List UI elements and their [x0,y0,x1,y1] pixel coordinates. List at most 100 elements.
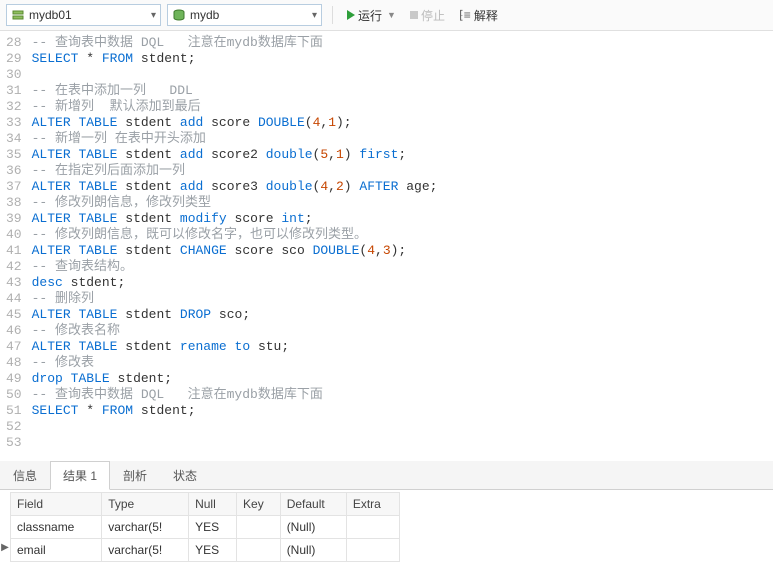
cell-type[interactable]: varchar(5! [102,539,189,562]
tab-result-1[interactable]: 结果 1 [50,461,110,490]
code-line[interactable]: ALTER TABLE stdent add score DOUBLE(4,1)… [32,115,438,131]
code-line[interactable]: -- 删除列 [32,291,438,307]
code-line[interactable]: SELECT * FROM stdent; [32,403,438,419]
explain-icon: ⁅≡ [459,8,471,23]
code-line[interactable]: -- 查询表中数据 DQL 注意在mydb数据库下面 [32,35,438,51]
play-icon [347,10,355,20]
cell-type[interactable]: varchar(5! [102,516,189,539]
separator [332,6,333,24]
explain-label: 解释 [474,7,498,24]
column-header-type[interactable]: Type [102,493,189,516]
code-line[interactable]: -- 在表中添加一列 DDL [32,83,438,99]
tab-status[interactable]: 状态 [160,461,210,489]
line-number: 41 [6,243,22,259]
explain-button[interactable]: ⁅≡ 解释 [455,4,502,26]
code-line[interactable]: -- 新增一列 在表中开头添加 [32,131,438,147]
column-header-null[interactable]: Null [189,493,237,516]
chevron-down-icon: ▼ [387,10,396,20]
line-number: 40 [6,227,22,243]
chevron-down-icon: ▾ [312,10,317,21]
code-line[interactable]: -- 修改表名称 [32,323,438,339]
row-marker [0,513,10,536]
code-line[interactable]: -- 修改表 [32,355,438,371]
cell-extra[interactable] [346,539,399,562]
code-line[interactable]: -- 在指定列后面添加一列 [32,163,438,179]
server-label: mydb01 [25,8,151,22]
line-number: 50 [6,387,22,403]
line-number: 30 [6,67,22,83]
code-line[interactable]: ALTER TABLE stdent modify score int; [32,211,438,227]
code-line[interactable]: -- 修改列朗信息，既可以修改名字，也可以修改列类型。 [32,227,438,243]
stop-icon [410,11,418,19]
line-number: 35 [6,147,22,163]
code-line[interactable]: -- 新增列 默认添加到最后 [32,99,438,115]
code-line[interactable]: ALTER TABLE stdent add score2 double(5,1… [32,147,438,163]
code-line[interactable]: desc stdent; [32,275,438,291]
column-header-extra[interactable]: Extra [346,493,399,516]
tab-info[interactable]: 信息 [0,461,50,489]
column-header-default[interactable]: Default [280,493,346,516]
line-number: 38 [6,195,22,211]
code-line[interactable]: drop TABLE stdent; [32,371,438,387]
line-number: 53 [6,435,22,451]
sql-editor[interactable]: 2829303132333435363738394041424344454647… [0,31,773,461]
cell-null[interactable]: YES [189,516,237,539]
line-number: 44 [6,291,22,307]
result-grid[interactable]: FieldTypeNullKeyDefaultExtraclassnamevar… [10,492,400,562]
cell-default[interactable]: (Null) [280,539,346,562]
cell-default[interactable]: (Null) [280,516,346,539]
line-number: 32 [6,99,22,115]
code-line[interactable] [32,435,438,451]
line-number: 33 [6,115,22,131]
code-area[interactable]: -- 查询表中数据 DQL 注意在mydb数据库下面SELECT * FROM … [32,35,438,451]
code-line[interactable] [32,419,438,435]
line-number: 51 [6,403,22,419]
table-row[interactable]: emailvarchar(5!YES (Null) [11,539,400,562]
line-number: 31 [6,83,22,99]
line-number: 42 [6,259,22,275]
cell-null[interactable]: YES [189,539,237,562]
run-label: 运行 [358,7,382,24]
code-line[interactable]: ALTER TABLE stdent CHANGE score sco DOUB… [32,243,438,259]
cell-field[interactable]: classname [11,516,102,539]
line-number: 28 [6,35,22,51]
row-marker: ▶ [0,536,10,559]
line-number: 43 [6,275,22,291]
line-number: 39 [6,211,22,227]
code-line[interactable]: -- 查询表结构。 [32,259,438,275]
line-number: 48 [6,355,22,371]
code-line[interactable]: -- 查询表中数据 DQL 注意在mydb数据库下面 [32,387,438,403]
stop-label: 停止 [421,7,445,24]
code-line[interactable]: ALTER TABLE stdent rename to stu; [32,339,438,355]
line-number: 46 [6,323,22,339]
cell-key[interactable] [237,539,281,562]
line-number: 52 [6,419,22,435]
code-line[interactable]: SELECT * FROM stdent; [32,51,438,67]
cell-key[interactable] [237,516,281,539]
line-number: 36 [6,163,22,179]
tab-profile[interactable]: 剖析 [110,461,160,489]
cell-extra[interactable] [346,516,399,539]
code-line[interactable]: ALTER TABLE stdent add score3 double(4,2… [32,179,438,195]
table-row[interactable]: classnamevarchar(5!YES (Null) [11,516,400,539]
toolbar: mydb01 ▾ mydb ▾ 运行 ▼ 停止 ⁅≡ 解释 [0,0,773,31]
line-number: 49 [6,371,22,387]
stop-button: 停止 [406,4,449,26]
schema-dropdown[interactable]: mydb ▾ [167,4,322,26]
line-number: 45 [6,307,22,323]
code-line[interactable]: -- 修改列朗信息，修改列类型 [32,195,438,211]
line-number: 47 [6,339,22,355]
line-number: 29 [6,51,22,67]
cell-field[interactable]: email [11,539,102,562]
row-marker-column: ▶ [0,490,10,562]
column-header-field[interactable]: Field [11,493,102,516]
line-number: 34 [6,131,22,147]
column-header-key[interactable]: Key [237,493,281,516]
database-icon [172,8,186,22]
run-button[interactable]: 运行 ▼ [343,4,400,26]
result-tabs: 信息 结果 1 剖析 状态 [0,461,773,490]
line-gutter: 2829303132333435363738394041424344454647… [0,35,32,451]
code-line[interactable] [32,67,438,83]
server-dropdown[interactable]: mydb01 ▾ [6,4,161,26]
code-line[interactable]: ALTER TABLE stdent DROP sco; [32,307,438,323]
